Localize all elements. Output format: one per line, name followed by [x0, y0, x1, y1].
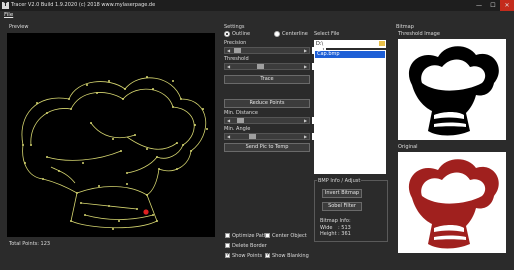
slider-thumb[interactable]	[234, 48, 241, 53]
precision-label: Precision	[224, 40, 247, 46]
slider-thumb[interactable]	[257, 64, 264, 69]
bitmap-info-label: Bitmap Info:	[320, 218, 351, 224]
menu-file[interactable]: File	[4, 12, 13, 18]
preview-label: Preview	[9, 24, 29, 30]
maximize-icon[interactable]: ☐	[486, 0, 500, 11]
chef-hat-original-icon	[408, 159, 499, 249]
close-icon[interactable]: ✕	[500, 0, 514, 11]
center-object-label: Center Object	[272, 233, 307, 239]
show-blanking-checkbox[interactable]	[265, 252, 270, 258]
slider-right-icon[interactable]: ▶	[302, 134, 309, 139]
slider-thumb[interactable]	[249, 134, 256, 139]
file-list-item[interactable]: Cap.bmp	[315, 51, 385, 58]
optimize-path-label: Optimize Path	[232, 233, 267, 239]
min-angle-slider[interactable]: ◀ ▶	[224, 133, 310, 140]
invert-bitmap-button[interactable]: Invert Bitmap	[322, 189, 362, 198]
optimize-path-checkbox[interactable]	[225, 233, 230, 238]
outline-label: Outline	[232, 31, 251, 37]
send-pic-button[interactable]: Send Pic to Temp	[224, 143, 310, 152]
minimize-icon[interactable]: —	[472, 0, 486, 11]
slider-left-icon[interactable]: ◀	[225, 48, 232, 53]
bmp-group-title: BMP Info / Adjust	[317, 178, 362, 184]
outline-radio[interactable]	[224, 31, 230, 37]
centerline-radio[interactable]	[274, 31, 280, 37]
delete-border-label: Delete Border	[232, 243, 267, 249]
folder-icon	[379, 41, 385, 46]
show-points-label: Show Points	[232, 253, 263, 259]
sobel-filter-button[interactable]: Sobel Filter	[322, 202, 362, 211]
trace-start-marker	[143, 209, 149, 215]
threshold-image-label: Threshold Image	[398, 31, 440, 37]
precision-slider[interactable]: ◀ ▶	[224, 47, 310, 54]
threshold-slider[interactable]: ◀ ▶	[224, 63, 310, 70]
bitmap-height-value: : 361	[338, 231, 351, 237]
show-blanking-label: Show Blanking	[272, 253, 309, 259]
drive-path: D:\	[316, 41, 324, 47]
menu-bar: File	[0, 11, 514, 20]
threshold-label: Threshold	[224, 56, 249, 62]
original-image	[398, 152, 506, 253]
reduce-points-button[interactable]: Reduce Points	[224, 99, 310, 108]
trace-button[interactable]: Trace	[224, 75, 310, 84]
chef-hat-threshold-icon	[408, 46, 499, 136]
slider-right-icon[interactable]: ▶	[302, 48, 309, 53]
min-angle-label: Min. Angle	[224, 126, 251, 132]
bitmap-label: Bitmap	[396, 24, 414, 30]
preview-canvas[interactable]	[7, 33, 215, 237]
original-label: Original	[398, 144, 418, 150]
file-list[interactable]: Cap.bmp	[314, 50, 386, 174]
bitmap-height-label: Height	[320, 231, 337, 237]
settings-label: Settings	[224, 24, 245, 30]
drive-combo[interactable]: D:\	[314, 40, 386, 48]
min-distance-slider[interactable]: ◀ ▶	[224, 117, 310, 124]
center-object-checkbox[interactable]	[265, 233, 270, 238]
slider-right-icon[interactable]: ▶	[302, 64, 309, 69]
slider-left-icon[interactable]: ◀	[225, 134, 232, 139]
show-points-checkbox[interactable]	[225, 252, 230, 258]
title-bar: T Tracer V2.0 Build 1.9.2020 (c) 2018 ww…	[0, 0, 514, 11]
trace-preview-svg	[21, 76, 208, 230]
delete-border-checkbox[interactable]	[225, 243, 230, 248]
select-file-label: Select File	[314, 31, 340, 37]
total-points: Total Points: 123	[9, 241, 51, 247]
app-icon: T	[2, 2, 9, 9]
window-title: Tracer V2.0 Build 1.9.2020 (c) 2018 www.…	[11, 2, 156, 8]
slider-left-icon[interactable]: ◀	[225, 118, 232, 123]
centerline-label: Centerline	[282, 31, 308, 37]
min-distance-label: Min. Distance	[224, 110, 258, 116]
trace-paths	[21, 77, 207, 229]
slider-right-icon[interactable]: ▶	[302, 118, 309, 123]
threshold-image	[398, 39, 506, 140]
slider-thumb[interactable]	[237, 118, 244, 123]
slider-left-icon[interactable]: ◀	[225, 64, 232, 69]
